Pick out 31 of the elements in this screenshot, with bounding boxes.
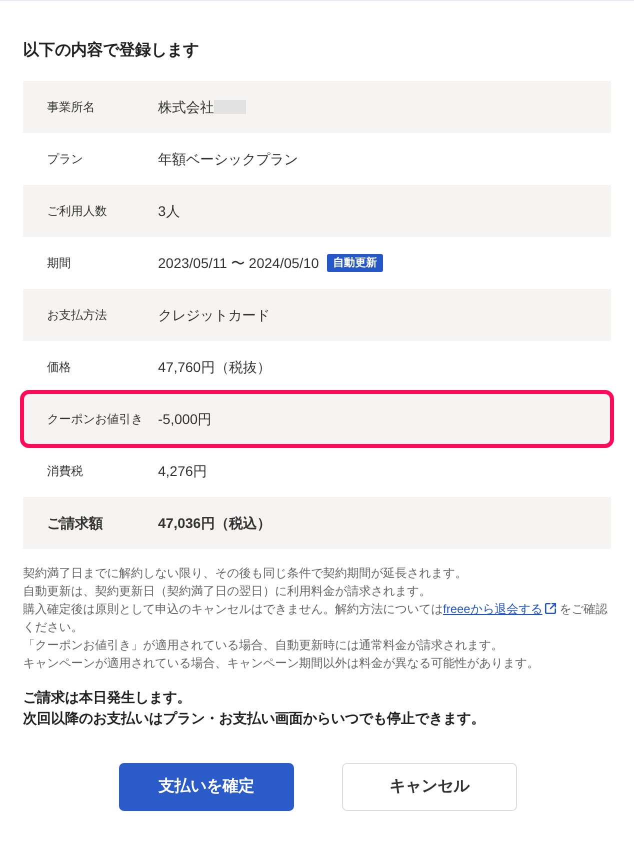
cancel-button[interactable]: キャンセル <box>342 763 517 811</box>
notice-text: 次回以降のお支払いはプラン・お支払い画面からいつでも停止できます。 <box>23 709 486 728</box>
row-value: 株式会社 <box>158 98 214 116</box>
row-label: 消費税 <box>47 463 84 480</box>
page-title: 以下の内容で登録します <box>23 40 200 61</box>
row-label: 期間 <box>47 255 72 272</box>
row-value: クレジットカード <box>158 306 270 324</box>
row-label: クーポンお値引き <box>47 411 144 428</box>
row-label: ご請求額 <box>47 514 104 532</box>
row-label: お支払方法 <box>47 307 108 324</box>
note-text: キャンペーンが適用されている場合、キャンペーン期間以外は料金が異なる可能性があります。 <box>23 655 540 672</box>
row-value: 3人 <box>158 202 180 220</box>
row-value: 4,276円 <box>158 462 208 480</box>
row-value: 年額ベーシックプラン <box>158 150 298 168</box>
row-label: 事業所名 <box>47 99 96 116</box>
note-text: 自動更新は、契約更新日（契約満了日の翌日）に利用料金が請求されます。 <box>23 583 432 600</box>
note-text: 契約満了日までに解約しない限り、その後も同じ条件で契約期間が延長されます。 <box>23 565 468 582</box>
confirm-payment-button[interactable]: 支払いを確定 <box>119 763 294 811</box>
row-label: プラン <box>47 151 84 168</box>
notice-text: ご請求は本日発生します。 <box>23 688 192 707</box>
row-label: 価格 <box>47 359 72 376</box>
row-value: 47,760円（税抜） <box>158 358 271 376</box>
auto-renew-badge: 自動更新 <box>326 254 383 272</box>
withdraw-link[interactable]: freeeから退会する <box>443 602 542 616</box>
row-label: ご利用人数 <box>47 203 108 220</box>
row-value: -5,000円 <box>158 410 212 428</box>
note-text: 購入確定後は原則として申込のキャンセルはできません。解約方法についてはfreeeから退会する をご確認ください。 <box>23 601 608 636</box>
note-text: 「クーポンお値引き」が適用されている場合、自動更新時には通常料金が請求されます。 <box>23 637 504 654</box>
row-value: 47,036円（税込） <box>158 514 271 533</box>
row-value: 2023/05/11 〜 2024/05/10 <box>158 254 319 272</box>
external-link-icon <box>544 602 558 615</box>
